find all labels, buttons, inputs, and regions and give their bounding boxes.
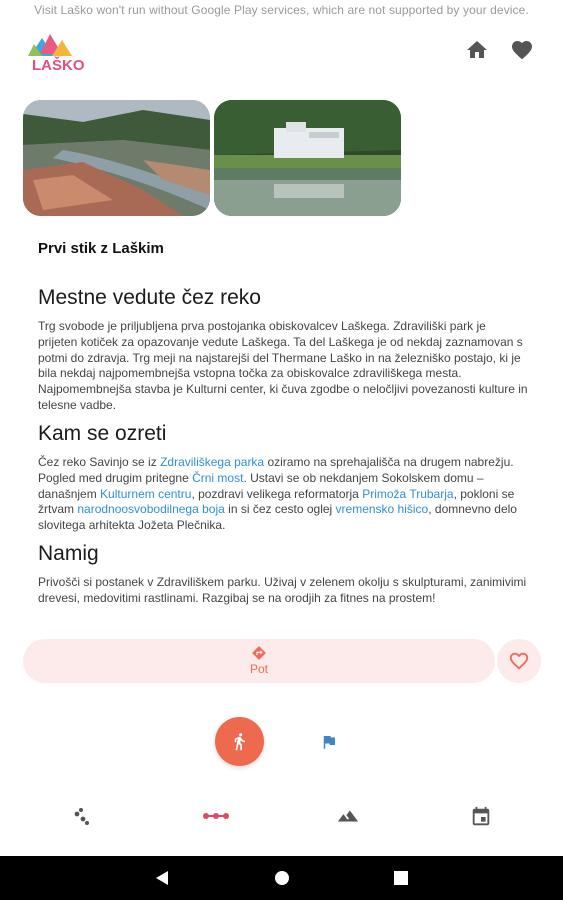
home-icon[interactable] [465, 38, 489, 62]
lasko-logo[interactable]: LAŠKO [28, 30, 110, 76]
link-nob[interactable]: narodnoosvobodilnega boja [77, 502, 224, 516]
link-zdraviliski-park[interactable]: Zdraviliškega parka [160, 455, 264, 469]
back-icon[interactable] [154, 870, 170, 891]
toast-message: Visit Laško won't run without Google Pla… [34, 3, 529, 17]
section-body-tip: Privošči si postanek v Zdraviliškem park… [38, 575, 527, 605]
route-dots-icon[interactable] [202, 806, 230, 826]
section-heading-city-views: Mestne vedute čez reko [38, 286, 261, 309]
flag-icon[interactable] [320, 733, 338, 751]
text-span: Čez reko Savinjo se iz [38, 455, 161, 469]
recents-icon[interactable] [394, 871, 408, 890]
link-vremenska-hisica[interactable]: vremensko hišico [336, 502, 429, 516]
page-subtitle: Prvi stik z Laškim [38, 240, 164, 257]
mountains-icon[interactable] [337, 806, 361, 826]
text-span: in si čez cesto oglej [224, 502, 336, 517]
favorite-button[interactable] [497, 639, 541, 683]
section-body-city-views: Trg svobode je priljubljena prva postoja… [38, 319, 528, 412]
hiker-icon [234, 733, 246, 751]
points-icon[interactable] [71, 806, 95, 826]
link-kulturni-center[interactable]: Kulturnem centru [100, 487, 191, 501]
calendar-icon[interactable] [470, 806, 494, 826]
svg-text:LAŠKO: LAŠKO [32, 56, 85, 74]
directions-icon [252, 646, 266, 660]
link-crni-most[interactable]: Črni most [192, 471, 243, 485]
top-app-bar: LAŠKO [0, 26, 563, 76]
route-button-label: Pot [249, 662, 268, 676]
bottom-navigation [0, 800, 563, 834]
hiking-mode-button[interactable] [215, 717, 264, 766]
link-primoz-trubar[interactable]: Primoža Trubarja [362, 487, 453, 501]
section-body-where-to-look: Čez reko Savinjo se iz Zdraviliškega par… [38, 455, 528, 534]
section-heading-where-to-look: Kam se ozreti [38, 422, 167, 445]
system-navigation-bar [0, 856, 563, 900]
aerial-town-photo[interactable] [23, 100, 210, 216]
text-span: , pozdravi velikega reformatorja [191, 486, 363, 501]
section-heading-tip: Namig [38, 542, 99, 565]
heart-icon[interactable] [510, 38, 534, 62]
route-button[interactable]: Pot [23, 639, 495, 683]
home-button-icon[interactable] [274, 870, 290, 891]
river-building-photo[interactable] [214, 100, 401, 216]
heart-outline-icon [509, 652, 529, 670]
